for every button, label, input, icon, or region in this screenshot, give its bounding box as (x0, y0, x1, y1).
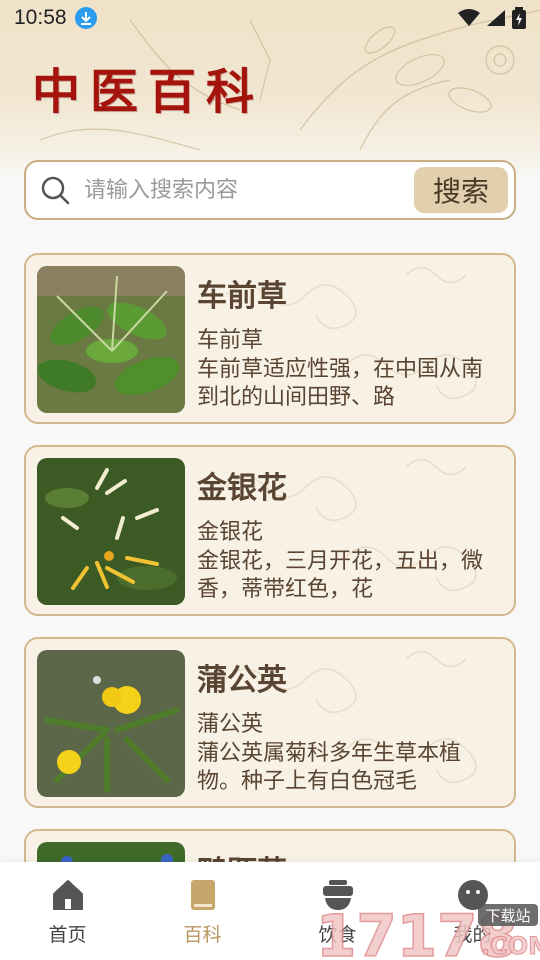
nav-home-label: 首页 (48, 924, 87, 946)
watermark-tag: 下载站 (485, 907, 530, 925)
search-icon (41, 176, 70, 205)
signal-icon (487, 10, 505, 26)
herb-card[interactable]: 蒲公英 蒲公英 蒲公英属菊科多年生草本植物。种子上有白色冠毛 (24, 637, 516, 808)
herb-description: 金银花，三月开花，五出，微香，蒂带红色，花 (197, 549, 484, 602)
search-bar: 搜索 (24, 160, 516, 220)
nav-home[interactable]: 首页 (0, 862, 135, 960)
herb-subtitle: 蒲公英 (197, 712, 264, 737)
search-button[interactable]: 搜索 (414, 167, 508, 213)
herb-image (37, 266, 185, 413)
nav-encyclopedia-label: 百科 (183, 924, 222, 946)
status-bar: 10:58 (0, 0, 540, 36)
book-icon (190, 880, 215, 910)
watermark-suffix: .COM (481, 932, 540, 960)
download-icon (74, 7, 97, 29)
herb-subtitle: 金银花 (197, 520, 264, 545)
wifi-icon (458, 9, 480, 26)
search-input[interactable] (84, 177, 384, 203)
herb-image (37, 458, 185, 605)
home-icon (52, 880, 83, 910)
herb-title: 金银花 (197, 471, 287, 506)
herb-subtitle: 车前草 (197, 328, 264, 353)
app-title: 中医百科 (32, 64, 265, 120)
herb-title: 蒲公英 (197, 663, 287, 698)
nav-encyclopedia[interactable]: 百科 (135, 862, 270, 960)
herb-title: 车前草 (197, 279, 287, 314)
site-watermark: 17178 下载站 .COM (315, 896, 540, 960)
herb-card[interactable]: 金银花 金银花 金银花，三月开花，五出，微香，蒂带红色，花 (24, 445, 516, 616)
herb-image (37, 650, 185, 797)
status-time: 10:58 (14, 6, 67, 29)
herb-description: 车前草适应性强，在中国从南到北的山间田野、路 (197, 357, 484, 410)
herb-description: 蒲公英属菊科多年生草本植物。种子上有白色冠毛 (197, 741, 462, 794)
battery-icon (512, 7, 526, 29)
herb-card[interactable]: 车前草 车前草 车前草适应性强，在中国从南到北的山间田野、路 (24, 253, 516, 424)
